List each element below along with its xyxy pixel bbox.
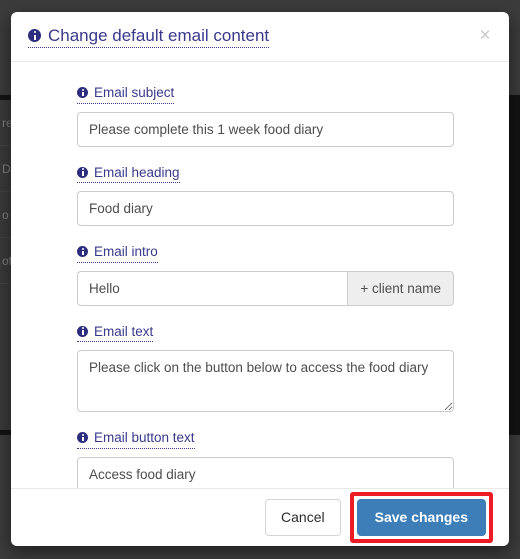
- email-button-text-input[interactable]: [77, 456, 454, 488]
- label-text: Email heading: [94, 164, 180, 180]
- email-text-textarea[interactable]: Please click on the button below to acce…: [77, 350, 454, 413]
- label-email-text[interactable]: Email text: [77, 323, 154, 343]
- field-group-email-subject: Email subject: [77, 84, 454, 147]
- modal-title-text: Change default email content: [48, 25, 270, 45]
- info-circle-icon: [28, 29, 41, 42]
- info-circle-icon: [77, 325, 88, 337]
- cancel-button[interactable]: Cancel: [265, 499, 341, 536]
- info-circle-icon: [77, 166, 88, 178]
- label-email-button-text[interactable]: Email button text: [77, 429, 195, 449]
- field-group-email-button-text: Email button text: [77, 429, 454, 488]
- email-subject-input[interactable]: [77, 111, 454, 147]
- info-circle-icon: [77, 87, 88, 99]
- change-email-content-modal: Change default email content × Email sub…: [11, 12, 509, 546]
- info-circle-icon: [77, 246, 88, 258]
- modal-header: Change default email content ×: [11, 12, 509, 62]
- modal-title[interactable]: Change default email content: [28, 25, 270, 49]
- save-changes-button[interactable]: Save changes: [356, 499, 486, 536]
- label-email-subject[interactable]: Email subject: [77, 84, 175, 104]
- label-text: Email subject: [94, 85, 175, 100]
- email-intro-input-group: + client name: [77, 270, 454, 306]
- field-group-email-heading: Email heading: [77, 164, 454, 227]
- email-intro-input[interactable]: [77, 270, 348, 306]
- field-group-email-intro: Email intro + client name: [77, 243, 454, 306]
- close-icon[interactable]: ×: [474, 25, 496, 47]
- add-client-name-button[interactable]: + client name: [347, 270, 454, 306]
- label-email-intro[interactable]: Email intro: [77, 243, 158, 263]
- modal-footer: Cancel Save changes: [11, 488, 509, 546]
- save-button-highlight: Save changes: [349, 492, 493, 543]
- label-text: Email button text: [94, 430, 195, 446]
- label-text: Email intro: [94, 244, 158, 260]
- email-heading-input[interactable]: [77, 191, 454, 227]
- info-circle-icon: [77, 432, 88, 444]
- label-email-heading[interactable]: Email heading: [77, 164, 180, 184]
- field-group-email-text: Email text Please click on the button be…: [77, 323, 454, 413]
- modal-body: Email subject Email heading Email intro …: [11, 62, 509, 488]
- label-text: Email text: [94, 323, 154, 339]
